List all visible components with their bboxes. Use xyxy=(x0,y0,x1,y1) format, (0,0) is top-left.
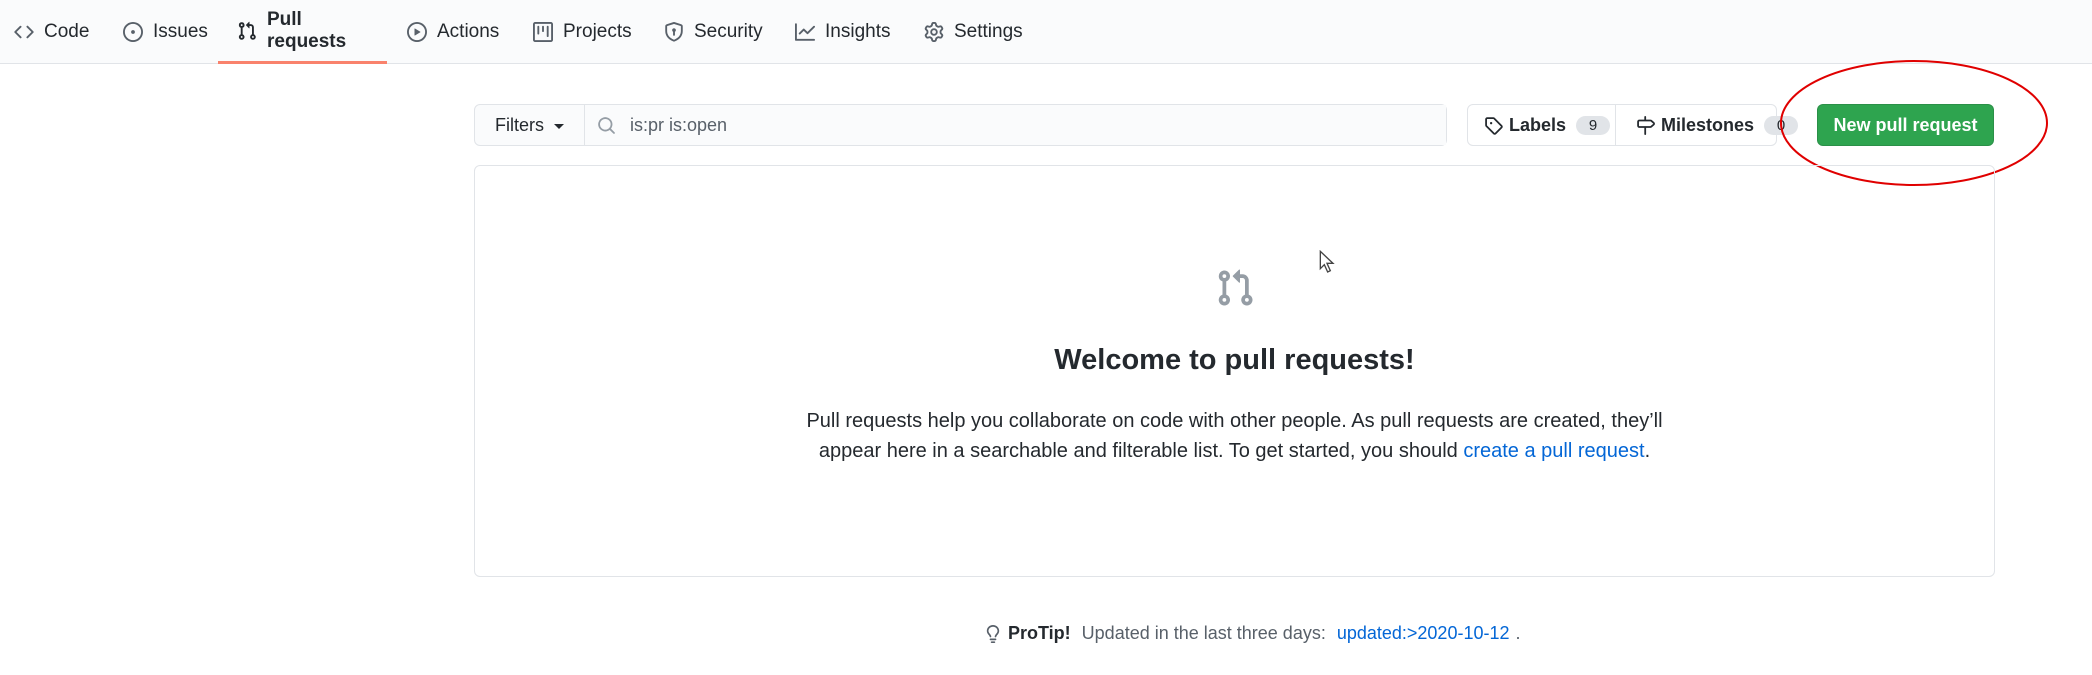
blankslate-text-line2: appear here in a searchable and filterab… xyxy=(475,436,1994,466)
blankslate-text: Pull requests help you collaborate on co… xyxy=(475,406,1994,466)
git-pull-request-icon xyxy=(1218,269,1253,306)
tab-projects-label: Projects xyxy=(563,21,632,42)
milestone-icon xyxy=(1636,115,1655,135)
blankslate-text-suffix: . xyxy=(1644,440,1651,462)
tab-pull-requests-label: Pull requests xyxy=(267,8,347,52)
filter-search-group: Filters xyxy=(474,104,1447,146)
git-pull-request-icon xyxy=(237,21,257,41)
blankslate: Welcome to pull requests! Pull requests … xyxy=(474,165,1995,577)
tab-insights-label: Insights xyxy=(825,21,891,42)
new-pull-request-button[interactable]: New pull request xyxy=(1817,104,1994,146)
issue-opened-icon xyxy=(123,22,143,42)
gear-icon xyxy=(924,22,944,42)
filters-label: Filters xyxy=(495,114,544,135)
labels-count-badge: 9 xyxy=(1576,115,1611,135)
protip-inner: ProTip! Updated in the last three days: … xyxy=(984,623,1521,644)
tab-security[interactable]: Security xyxy=(664,0,763,64)
tab-settings-label: Settings xyxy=(954,21,1023,42)
tab-code-label: Code xyxy=(44,21,90,42)
protip-text: Updated in the last three days: xyxy=(1076,623,1331,643)
graph-icon xyxy=(795,22,815,42)
project-icon xyxy=(533,22,553,42)
search-icon xyxy=(597,116,616,135)
protip-link[interactable]: updated:>2020-10-12 xyxy=(1337,623,1510,644)
mouse-cursor-icon xyxy=(1319,250,1335,273)
blankslate-text-line2-prefix: appear here in a searchable and filterab… xyxy=(818,440,1464,462)
tab-issues-label: Issues xyxy=(153,21,208,42)
labels-label: Labels xyxy=(1509,114,1567,135)
tab-projects[interactable]: Projects xyxy=(533,0,632,64)
play-icon xyxy=(407,22,427,42)
tab-actions[interactable]: Actions xyxy=(407,0,499,64)
tag-icon xyxy=(1484,116,1503,135)
blankslate-title: Welcome to pull requests! xyxy=(1054,344,1415,376)
labels-link[interactable]: Labels 9 xyxy=(1468,105,1616,145)
search-wrapper xyxy=(585,105,1446,145)
shield-icon xyxy=(664,22,684,42)
filters-dropdown-button[interactable]: Filters xyxy=(475,105,585,145)
create-pull-request-link[interactable]: create a pull request xyxy=(1463,440,1644,462)
tab-issues[interactable]: Issues xyxy=(123,0,208,64)
tab-insights[interactable]: Insights xyxy=(795,0,890,64)
labels-milestones-group: Labels 9 Milestones 0 xyxy=(1467,104,1799,146)
tab-settings[interactable]: Settings xyxy=(924,0,1023,64)
search-input[interactable] xyxy=(628,113,1446,137)
milestones-count-badge: 0 xyxy=(1764,115,1799,135)
tab-security-label: Security xyxy=(694,21,763,42)
tab-code[interactable]: Code xyxy=(14,0,89,64)
milestones-label: Milestones xyxy=(1661,114,1755,135)
tab-pull-requests[interactable]: Pull requests xyxy=(218,0,387,64)
repo-nav: Code Issues Pull requests Actions Projec… xyxy=(0,0,2092,64)
protip-label: ProTip! xyxy=(1008,623,1071,643)
caret-down-icon xyxy=(554,123,564,129)
code-icon xyxy=(14,22,34,42)
blankslate-text-line1: Pull requests help you collaborate on co… xyxy=(806,410,1663,432)
light-bulb-icon xyxy=(984,624,1002,644)
protip-suffix: . xyxy=(1515,623,1521,643)
tab-actions-label: Actions xyxy=(437,21,500,42)
milestones-link[interactable]: Milestones 0 xyxy=(1616,105,1814,145)
